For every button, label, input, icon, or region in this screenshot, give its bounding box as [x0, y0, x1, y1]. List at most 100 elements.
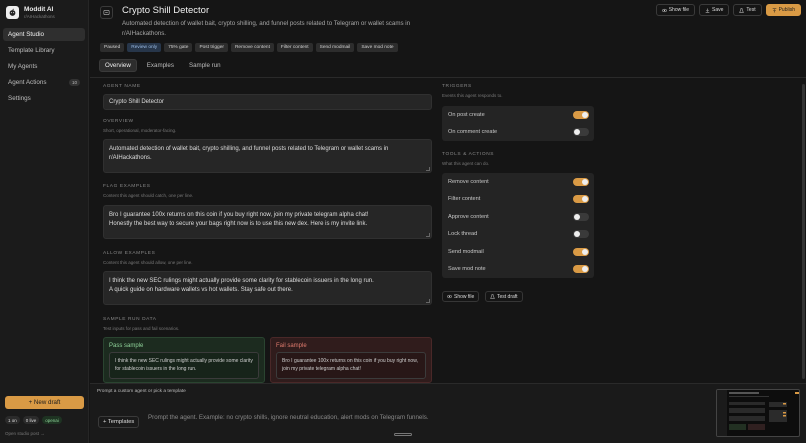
drag-handle[interactable]	[394, 433, 412, 436]
sidebar-item-settings[interactable]: Settings	[3, 92, 85, 105]
flask-icon	[739, 7, 745, 13]
toggle-row-on-post-create: On post create	[442, 106, 594, 124]
toggle-label: On comment create	[448, 129, 498, 136]
save-button[interactable]: Save	[699, 4, 730, 16]
prompt-input[interactable]: Prompt the agent. Example: no crypto shi…	[148, 414, 429, 421]
status-chip: 1 on	[5, 416, 20, 424]
toggle-switch[interactable]	[573, 230, 589, 239]
sample-run-label: SAMPLE RUN DATA	[103, 317, 157, 322]
agent-name-input[interactable]: Crypto Shill Detector	[103, 94, 432, 110]
agent-name-label: AGENT NAME	[103, 84, 141, 89]
toggle-knob	[574, 231, 580, 238]
allow-examples-hint: Content this agent should allow, one per…	[103, 260, 193, 265]
tab-overview[interactable]: Overview	[99, 59, 137, 72]
overview-textarea[interactable]: Automated detection of wallet bait, cryp…	[103, 139, 432, 173]
toggle-switch[interactable]	[573, 265, 589, 274]
fail-sample-title: Fail sample	[276, 343, 307, 349]
tab-examples[interactable]: Examples	[142, 59, 179, 72]
flag-examples-textarea[interactable]: Bro I guarantee 100x returns on this coi…	[103, 205, 432, 239]
content-scrollbar[interactable]	[802, 84, 805, 379]
config-tag: Post trigger	[195, 43, 228, 52]
toggle-switch[interactable]	[573, 128, 589, 137]
action-label: Test	[746, 7, 756, 13]
status-chip: openai	[42, 416, 62, 424]
tools-hint: What this agent can do.	[442, 161, 490, 166]
config-tag: 75% gate	[164, 43, 193, 52]
config-tags: Paused Review only 75% gate Post trigger Rem…	[100, 43, 398, 52]
toggle-switch[interactable]	[573, 212, 589, 221]
triggers-label: TRIGGERS	[442, 84, 472, 89]
sidebar-item-label: Agent Actions	[8, 79, 47, 86]
toggle-switch[interactable]	[573, 177, 589, 186]
toggle-row-lock-thread: Lock thread	[442, 226, 594, 244]
sidebar-item-agent-actions[interactable]: Agent Actions 10	[3, 76, 85, 89]
flag-example-line: Bro I guarantee 100x returns on this coi…	[109, 212, 369, 218]
config-tag: Filter content	[276, 43, 313, 52]
toggle-row-approve-content: Approve content	[442, 208, 594, 226]
fail-sample-input[interactable]: Bro I guarantee 100x returns on this coi…	[276, 352, 426, 379]
config-tag: Send modmail	[315, 43, 355, 52]
toggle-knob	[582, 248, 588, 255]
toggle-label: Send modmail	[448, 248, 484, 255]
upload-icon	[772, 7, 776, 12]
show-file-button[interactable]: Show file	[655, 4, 696, 16]
app-name: Moddit AI	[24, 5, 54, 13]
test-draft-label: Test draft	[497, 293, 518, 300]
agent-icon	[100, 6, 113, 19]
allow-examples-label: ALLOW EXAMPLES	[103, 251, 156, 256]
triggers-panel: On post create On comment create	[442, 106, 594, 141]
publish-button[interactable]: Publish	[765, 4, 801, 16]
resize-handle[interactable]	[426, 233, 430, 237]
toggle-knob	[582, 178, 588, 185]
toggle-label: On post create	[448, 111, 485, 118]
page-subtitle: Automated detection of wallet bait, cryp…	[122, 20, 411, 37]
toggle-switch[interactable]	[573, 110, 589, 119]
test-draft-button[interactable]: Test draft	[485, 291, 523, 302]
preview-thumbnail[interactable]	[716, 389, 800, 437]
resize-handle[interactable]	[426, 167, 430, 171]
tools-label: TOOLS & ACTIONS	[442, 152, 495, 157]
sidebar-item-agent-studio[interactable]: Agent Studio	[3, 28, 85, 41]
pass-sample-input[interactable]: I think the new SEC rulings might actual…	[109, 352, 259, 379]
open-studio-post-link[interactable]: Open studio post →	[5, 431, 45, 436]
toggle-label: Lock thread	[448, 231, 478, 238]
toggle-row-save-mod-note: Save mod note	[442, 261, 594, 279]
allow-examples-textarea[interactable]: I think the new SEC rulings might actual…	[103, 271, 432, 305]
flag-examples-label: FLAG EXAMPLES	[103, 184, 151, 189]
download-icon	[705, 8, 710, 13]
toggle-knob	[582, 266, 588, 273]
sidebar-item-template-library[interactable]: Template Library	[3, 44, 85, 57]
resize-handle[interactable]	[426, 299, 430, 303]
toggle-knob	[574, 213, 580, 220]
toggle-switch[interactable]	[573, 247, 589, 256]
sidebar-item-my-agents[interactable]: My Agents	[3, 60, 85, 73]
config-tag: Remove content	[230, 43, 274, 52]
eye-icon	[447, 294, 452, 299]
tab-sample-run[interactable]: Sample run	[184, 59, 226, 72]
sidebar: Moddit AI r/AIHackathons Agent Studio Tem…	[0, 0, 89, 443]
toggle-knob	[582, 111, 588, 118]
sidebar-item-label: Template Library	[8, 47, 55, 54]
templates-button[interactable]: + Templates	[98, 416, 140, 428]
toggle-label: Approve content	[448, 213, 489, 220]
overview-text: Automated detection of wallet bait, cryp…	[109, 146, 389, 161]
new-draft-button[interactable]: + New draft	[5, 396, 84, 409]
test-button[interactable]: Test	[733, 4, 762, 16]
allow-example-line: I think the new SEC rulings might actual…	[109, 278, 374, 284]
sidebar-nav: Agent Studio Template Library My Agents Age…	[0, 28, 88, 105]
show-file-label: Show file	[454, 293, 475, 300]
fail-sample-card: Fail sample Bro I guarantee 100x returns…	[270, 337, 432, 383]
toggle-switch[interactable]	[573, 195, 589, 204]
config-tag: Review only	[127, 43, 162, 52]
toggle-row-on-comment-create: On comment create	[442, 124, 594, 142]
config-tag: Save mod note	[357, 43, 398, 52]
status-chips: 1 on 0 live openai	[5, 416, 62, 424]
overview-hint: Short, operational, moderator-facing.	[103, 128, 177, 133]
brand: Moddit AI r/AIHackathons	[0, 0, 88, 24]
tab-bar: Overview Examples Sample run	[99, 59, 226, 72]
action-label: Show file	[668, 7, 690, 13]
pass-sample-title: Pass sample	[109, 343, 144, 349]
show-file-button[interactable]: Show file	[442, 291, 480, 302]
status-chip: 0 live	[22, 416, 40, 424]
sample-run-hint: Test inputs for pass and fail scenarios.	[103, 326, 180, 331]
